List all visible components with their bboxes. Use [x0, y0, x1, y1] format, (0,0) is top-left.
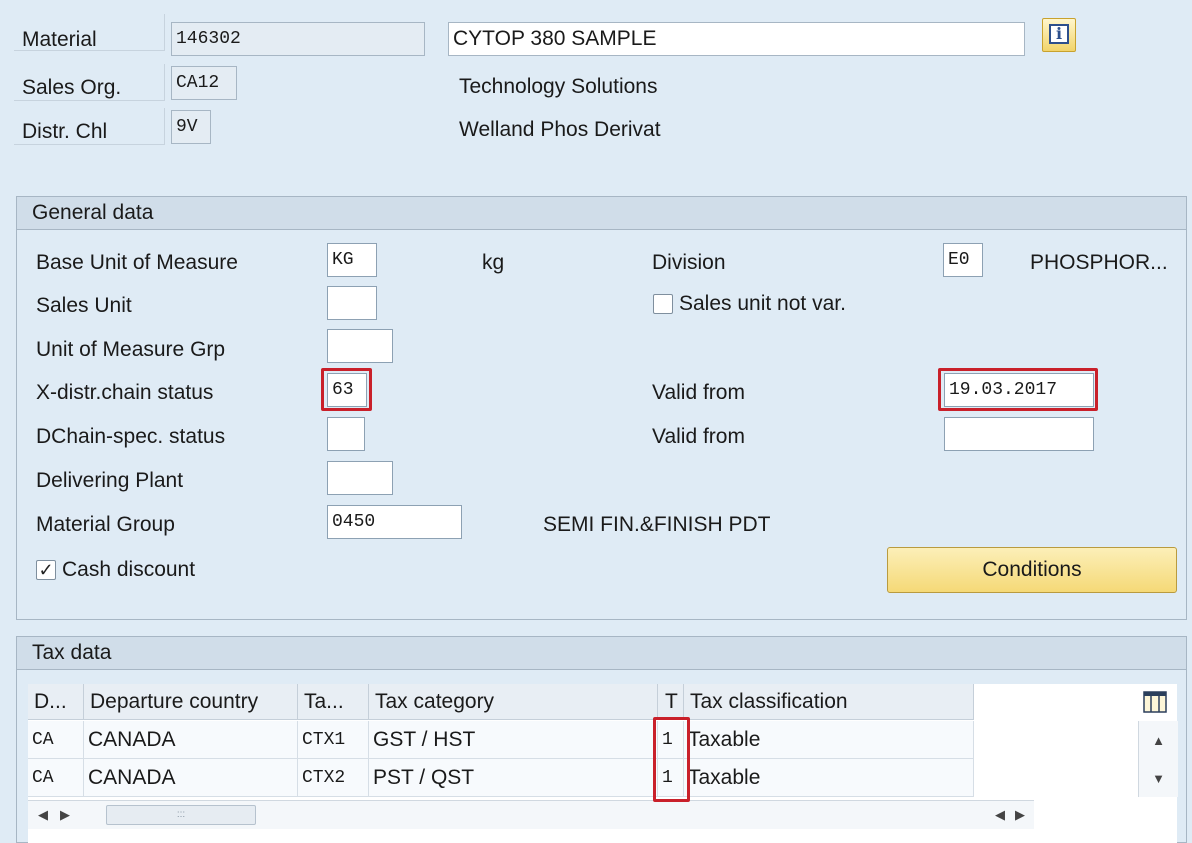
xdistr-status-highlight: [321, 368, 372, 411]
col-header-tax-category[interactable]: Tax category: [369, 684, 658, 720]
uom-group-field[interactable]: [327, 329, 393, 363]
delivering-plant-field[interactable]: [327, 461, 393, 495]
division-text: PHOSPHOR...: [1030, 251, 1168, 274]
table-cell[interactable]: GST / HST: [369, 721, 658, 759]
col-header-dep-country-code[interactable]: D...: [28, 684, 84, 720]
material-field[interactable]: 146302: [171, 22, 425, 56]
sales-org-field[interactable]: CA12: [171, 66, 237, 100]
tax-table: D... Departure country Ta... Tax categor…: [28, 684, 1178, 843]
base-uom-text: kg: [482, 251, 505, 274]
table-cell[interactable]: CA: [28, 759, 84, 797]
general-data-header: General data: [17, 197, 1186, 230]
table-cell[interactable]: Taxable: [684, 759, 974, 797]
cash-discount-label: Cash discount: [62, 558, 196, 581]
table-cell[interactable]: Taxable: [684, 721, 974, 759]
dchain-status-field[interactable]: [327, 417, 365, 451]
base-uom-label: Base Unit of Measure: [36, 251, 238, 274]
xdistr-status-label: X-distr.chain status: [36, 381, 214, 404]
sales-unit-not-var-checkbox[interactable]: [653, 294, 673, 314]
sales-unit-field[interactable]: [327, 286, 377, 320]
col-header-blank: [974, 684, 1136, 720]
material-group-label: Material Group: [36, 513, 175, 536]
valid-from-label: Valid from: [652, 381, 745, 404]
cash-discount-checkbox[interactable]: ✓: [36, 560, 56, 580]
vertical-scrollbar[interactable]: ▲ ▼: [1138, 721, 1178, 797]
scroll-left-icon[interactable]: ◀: [34, 807, 52, 823]
scroll-right-icon[interactable]: ▶: [56, 807, 74, 823]
valid-from-highlight: [938, 368, 1098, 411]
valid-from-2-field[interactable]: [944, 417, 1094, 451]
col-header-departure-country[interactable]: Departure country: [84, 684, 298, 720]
col-header-tax-classification[interactable]: Tax classification: [684, 684, 974, 720]
uom-group-label: Unit of Measure Grp: [36, 338, 226, 361]
col-header-tax-type[interactable]: Ta...: [298, 684, 369, 720]
info-button[interactable]: i: [1042, 18, 1076, 52]
material-group-field[interactable]: 0450: [327, 505, 462, 539]
table-cell[interactable]: CANADA: [84, 721, 298, 759]
table-cell[interactable]: CANADA: [84, 759, 298, 797]
dchain-status-label: DChain-spec. status: [36, 425, 226, 448]
table-cell[interactable]: CA: [28, 721, 84, 759]
col-header-t[interactable]: T: [658, 684, 684, 720]
info-icon: i: [1049, 24, 1069, 44]
sales-org-description: Technology Solutions: [459, 75, 658, 98]
table-cell[interactable]: CTX2: [298, 759, 369, 797]
sales-org-label: Sales Org.: [22, 76, 122, 99]
scroll-left-right-section-icon[interactable]: ◀: [992, 807, 1008, 823]
base-uom-field[interactable]: KG: [327, 243, 377, 277]
delivering-plant-label: Delivering Plant: [36, 469, 184, 492]
scroll-up-icon[interactable]: ▲: [1139, 733, 1178, 748]
horizontal-scroll-thumb[interactable]: :::: [106, 805, 256, 825]
scroll-down-icon[interactable]: ▼: [1139, 771, 1178, 786]
scroll-right-right-section-icon[interactable]: ▶: [1012, 807, 1028, 823]
table-cell[interactable]: CTX1: [298, 721, 369, 759]
tax-t-column-highlight: [653, 717, 690, 802]
table-cell[interactable]: PST / QST: [369, 759, 658, 797]
horizontal-scrollbar[interactable]: ◀ ▶ :::: [28, 800, 974, 829]
table-settings-icon[interactable]: [1143, 690, 1167, 714]
horizontal-scrollbar-right[interactable]: ◀ ▶: [974, 800, 1034, 829]
sales-unit-label: Sales Unit: [36, 294, 132, 317]
sales-unit-not-var-label: Sales unit not var.: [679, 292, 846, 315]
material-description-field[interactable]: CYTOP 380 SAMPLE: [448, 22, 1025, 56]
division-label: Division: [652, 251, 726, 274]
material-label: Material: [22, 28, 97, 51]
distr-chl-field[interactable]: 9V: [171, 110, 211, 144]
distr-chl-description: Welland Phos Derivat: [459, 118, 661, 141]
division-field[interactable]: E0: [943, 243, 983, 277]
conditions-button[interactable]: Conditions: [887, 547, 1177, 593]
valid-from-2-label: Valid from: [652, 425, 745, 448]
material-group-text: SEMI FIN.&FINISH PDT: [543, 513, 771, 536]
distr-chl-label: Distr. Chl: [22, 120, 108, 143]
tax-data-header: Tax data: [17, 637, 1186, 670]
